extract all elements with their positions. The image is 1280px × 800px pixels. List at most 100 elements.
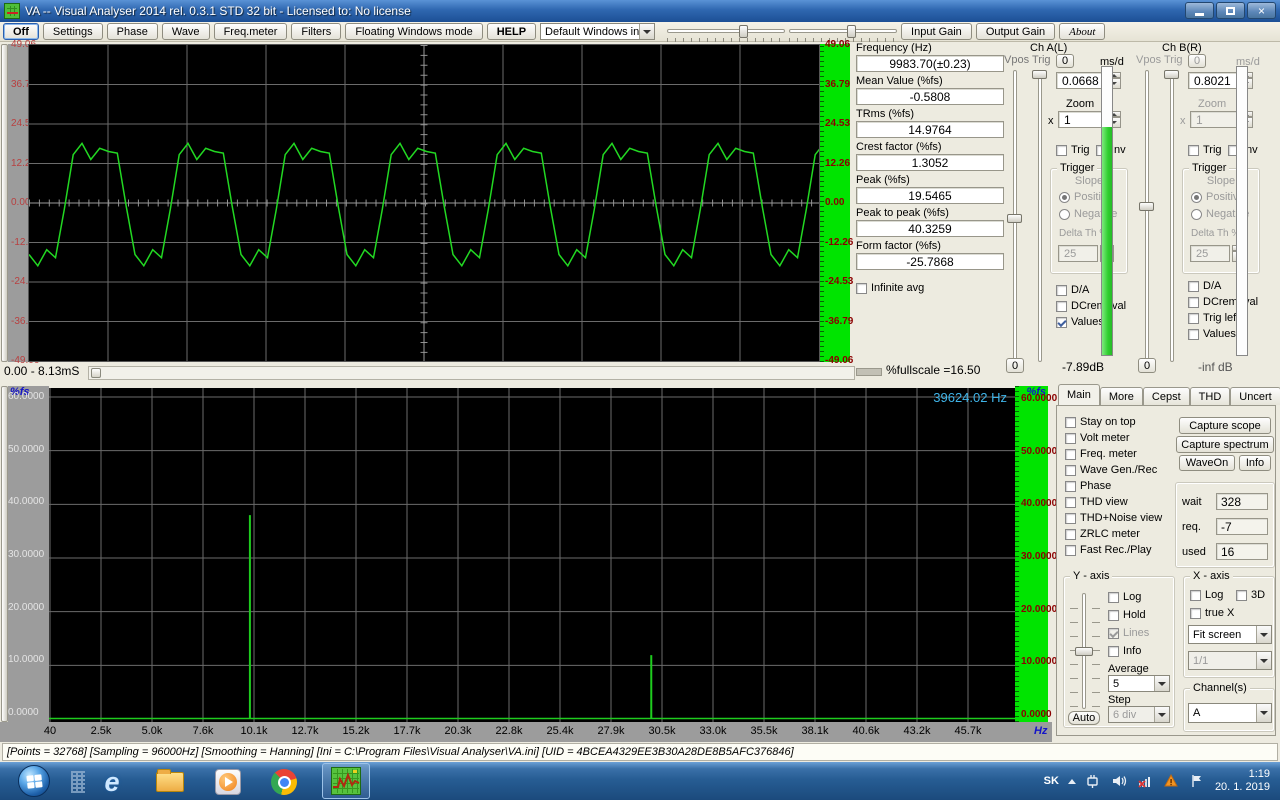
floating-windows-button[interactable]: Floating Windows mode — [345, 23, 482, 40]
scrollbar-thumb[interactable] — [91, 368, 101, 378]
true-x-checkbox[interactable]: true X — [1190, 607, 1234, 619]
vpos-zero-button[interactable]: 0 — [1138, 358, 1156, 373]
volume-icon[interactable] — [1111, 773, 1128, 790]
wave-on-button[interactable]: WaveOn — [1179, 455, 1235, 471]
maximize-button[interactable] — [1216, 2, 1245, 19]
phase-button[interactable]: Phase — [107, 23, 158, 40]
help-button[interactable]: HELP — [487, 23, 536, 40]
y-info-checkbox[interactable]: Info — [1108, 645, 1141, 657]
x-log-checkbox[interactable]: Log — [1190, 589, 1223, 601]
wave-gen-checkbox[interactable]: Wave Gen./Rec — [1065, 464, 1162, 476]
start-button[interactable] — [18, 765, 50, 797]
trig-slider-thumb[interactable] — [1164, 70, 1179, 79]
trig-slider[interactable] — [1170, 70, 1174, 362]
clock[interactable]: 1:19 20. 1. 2019 — [1215, 768, 1270, 794]
ratio-select[interactable]: 1/1 — [1188, 651, 1272, 670]
da-checkbox[interactable]: D/A — [1056, 284, 1089, 296]
volt-meter-checkbox[interactable]: Volt meter — [1065, 432, 1162, 444]
va-notification-icon[interactable] — [1163, 773, 1180, 790]
values-checkbox[interactable]: Values — [1056, 316, 1104, 328]
vpos-slider-thumb[interactable] — [1007, 214, 1022, 223]
fit-screen-select[interactable]: Fit screen — [1188, 625, 1272, 644]
vpos-zero-button[interactable]: 0 — [1006, 358, 1024, 373]
trig-left-checkbox[interactable]: Trig left — [1188, 312, 1239, 324]
trig-checkbox[interactable]: Trig — [1188, 144, 1222, 156]
close-button[interactable]: × — [1247, 2, 1276, 19]
vpos-slider[interactable] — [1145, 70, 1149, 362]
trig-slider[interactable] — [1038, 70, 1042, 362]
zoom-input[interactable]: 1 — [1190, 111, 1238, 128]
hold-checkbox[interactable]: Hold — [1108, 609, 1146, 621]
minimize-button[interactable] — [1185, 2, 1214, 19]
slope-negative-radio[interactable]: Negative — [1191, 208, 1259, 220]
internet-explorer-icon[interactable]: e — [92, 767, 132, 797]
fast-rec-play-checkbox[interactable]: Fast Rec./Play — [1065, 544, 1162, 556]
info-button[interactable]: Info — [1239, 455, 1271, 471]
msd-input[interactable]: 0.8021 — [1188, 72, 1238, 89]
chrome-icon[interactable] — [264, 767, 304, 797]
action-center-flag-icon[interactable] — [1189, 773, 1206, 790]
tab-more[interactable]: More — [1100, 387, 1143, 405]
safely-remove-icon[interactable] — [1085, 773, 1102, 790]
stay-on-top-checkbox[interactable]: Stay on top — [1065, 416, 1162, 428]
media-player-icon[interactable] — [208, 767, 248, 797]
slider-thumb[interactable] — [739, 25, 748, 38]
channel-select[interactable]: A — [1188, 703, 1272, 723]
output-gain-slider[interactable] — [789, 25, 897, 39]
msd-zero-button[interactable]: 0 — [1056, 54, 1074, 68]
lines-checkbox[interactable]: Lines — [1108, 627, 1149, 639]
phase-checkbox[interactable]: Phase — [1065, 480, 1162, 492]
wave-button[interactable]: Wave — [162, 23, 210, 40]
spectrum-x-tick: 15.2k — [343, 725, 370, 737]
y-log-checkbox[interactable]: Log — [1108, 591, 1141, 603]
delta-th-input[interactable]: 25 — [1058, 245, 1098, 262]
msd-input[interactable]: 0.0668 — [1056, 72, 1106, 89]
scope-scrollbar[interactable] — [88, 366, 855, 380]
msd-zero-button[interactable]: 0 — [1188, 54, 1206, 68]
trig-slider-thumb[interactable] — [1032, 70, 1047, 79]
x-3d-checkbox[interactable]: 3D — [1236, 589, 1265, 601]
freqmeter-button[interactable]: Freq.meter — [214, 23, 288, 40]
network-icon[interactable] — [1137, 773, 1154, 790]
tab-cepst[interactable]: Cepst — [1143, 387, 1190, 405]
language-indicator[interactable]: SK — [1044, 775, 1059, 787]
off-button[interactable]: Off — [3, 23, 39, 40]
dcremoval-checkbox[interactable]: DCremoval — [1056, 300, 1126, 312]
delta-th-input[interactable]: 25 — [1190, 245, 1230, 262]
thd-view-checkbox[interactable]: THD view — [1065, 496, 1162, 508]
zrlc-meter-checkbox[interactable]: ZRLC meter — [1065, 528, 1162, 540]
file-explorer-icon[interactable] — [150, 767, 190, 797]
zoom-input[interactable]: 1 — [1058, 111, 1106, 128]
input-gain-slider[interactable] — [667, 25, 785, 39]
settings-button[interactable]: Settings — [43, 23, 103, 40]
auto-button[interactable]: Auto — [1068, 711, 1100, 725]
step-select[interactable]: 6 div — [1108, 706, 1170, 723]
input-device-select[interactable]: Default Windows inp — [540, 23, 655, 40]
about-button[interactable]: About — [1059, 23, 1105, 40]
capture-spectrum-button[interactable]: Capture spectrum — [1176, 436, 1274, 453]
output-gain-button[interactable]: Output Gain — [976, 23, 1055, 40]
tab-main[interactable]: Main — [1058, 384, 1100, 405]
spectrum-left-slider[interactable] — [1, 386, 8, 722]
input-gain-button[interactable]: Input Gain — [901, 23, 972, 40]
filters-button[interactable]: Filters — [291, 23, 341, 40]
scope-left-slider[interactable] — [1, 44, 8, 362]
slope-positive-radio[interactable]: Positive — [1059, 191, 1127, 203]
slope-negative-radio[interactable]: Negative — [1059, 208, 1127, 220]
infinite-avg-checkbox[interactable]: Infinite avg — [856, 282, 1004, 294]
slope-positive-radio[interactable]: Positive — [1191, 191, 1259, 203]
thd-noise-view-checkbox[interactable]: THD+Noise view — [1065, 512, 1162, 524]
tab-uncert[interactable]: Uncert — [1230, 387, 1280, 405]
visual-analyser-taskbar-item[interactable] — [322, 763, 370, 799]
tab-thd[interactable]: THD — [1190, 387, 1231, 405]
average-select[interactable]: 5 — [1108, 675, 1170, 692]
vpos-slider-thumb[interactable] — [1139, 202, 1154, 211]
y-scale-slider-thumb[interactable] — [1075, 647, 1093, 656]
slider-thumb[interactable] — [847, 25, 856, 38]
freq-meter-checkbox[interactable]: Freq. meter — [1065, 448, 1162, 460]
trig-checkbox[interactable]: Trig — [1056, 144, 1090, 156]
hidden-icons-chevron[interactable] — [1068, 775, 1076, 784]
da-checkbox[interactable]: D/A — [1188, 280, 1221, 292]
values-checkbox[interactable]: Values — [1188, 328, 1236, 340]
capture-scope-button[interactable]: Capture scope — [1179, 417, 1271, 434]
